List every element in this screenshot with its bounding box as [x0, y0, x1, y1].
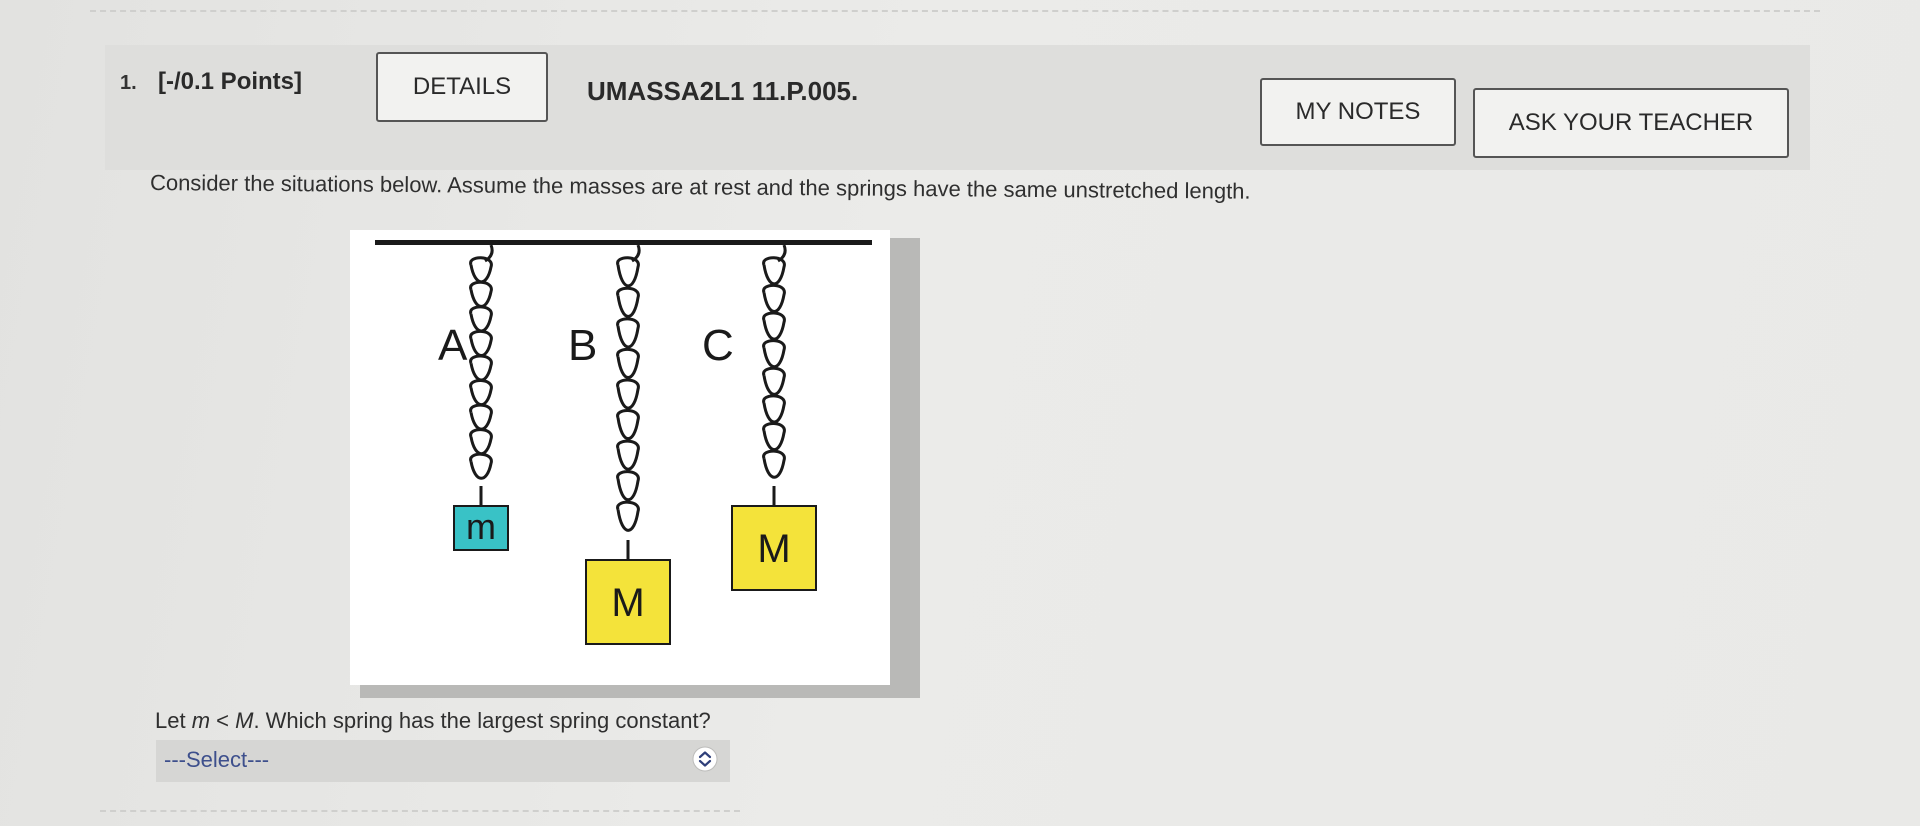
question-number: 1.: [120, 72, 137, 94]
bottom-divider: [100, 810, 740, 812]
sub-question-prefix: Let: [155, 708, 192, 733]
spring-a-label: A: [438, 321, 468, 370]
spring-c-label: C: [702, 321, 734, 370]
mass-b-label: M: [611, 581, 644, 625]
less-than: <: [210, 708, 236, 733]
assignment-page: 1. [-/0.1 Points] DETAILS UMASSA2L1 11.P…: [0, 0, 1920, 826]
sub-question-suffix: . Which spring has the largest spring co…: [253, 708, 711, 733]
sub-question: Let m < M. Which spring has the largest …: [155, 708, 711, 734]
chevron-updown-icon: [692, 746, 718, 772]
problem-prompt: Consider the situations below. Assume th…: [149, 170, 1251, 204]
question-points: [-/0.1 Points]: [158, 68, 303, 95]
ceiling-bar: [375, 240, 872, 245]
mass-a-label: m: [466, 506, 496, 547]
answer-select-value: ---Select---: [164, 747, 270, 772]
mass-c-label: M: [757, 527, 790, 571]
my-notes-button[interactable]: MY NOTES: [1260, 78, 1456, 146]
ask-teacher-button[interactable]: ASK YOUR TEACHER: [1473, 88, 1789, 158]
var-M: M: [235, 708, 254, 733]
details-button[interactable]: DETAILS: [376, 52, 548, 122]
top-divider: [90, 10, 1820, 12]
spring-b-label: B: [568, 321, 597, 370]
springs-diagram: A m B M C M: [350, 230, 890, 685]
var-m: m: [191, 708, 211, 733]
problem-id: UMASSA2L1 11.P.005.: [587, 76, 859, 106]
springs-figure: A m B M C M: [350, 230, 890, 685]
answer-select[interactable]: ---Select---: [156, 740, 730, 782]
